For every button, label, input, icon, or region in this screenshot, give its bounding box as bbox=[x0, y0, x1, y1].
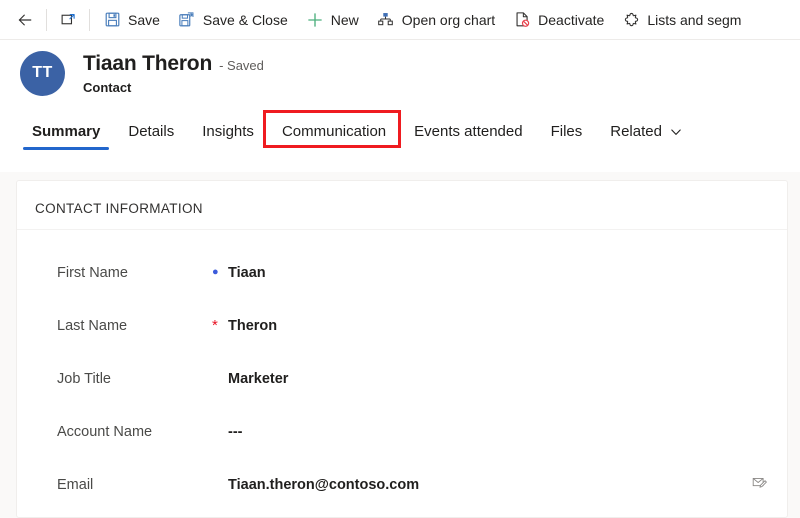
form-area: CONTACT INFORMATION First Name ● Tiaan L… bbox=[0, 172, 800, 518]
lists-and-segments-button-label: Lists and segm bbox=[647, 11, 742, 28]
field-row-account-name: Account Name --- bbox=[17, 405, 787, 458]
tab-details[interactable]: Details bbox=[114, 112, 188, 150]
record-title-line: Tiaan Theron - Saved bbox=[83, 52, 264, 76]
recommended-marker-icon: ● bbox=[212, 266, 219, 278]
save-button-label: Save bbox=[128, 11, 160, 28]
tab-files-label: Files bbox=[550, 122, 583, 140]
open-org-chart-button-label: Open org chart bbox=[401, 11, 496, 28]
account-name-action-placeholder bbox=[747, 422, 771, 442]
contact-information-card: CONTACT INFORMATION First Name ● Tiaan L… bbox=[16, 180, 788, 518]
new-button[interactable]: New bbox=[297, 2, 368, 38]
new-button-label: New bbox=[330, 11, 359, 28]
email-label: Email bbox=[57, 476, 94, 493]
command-bar-divider-2 bbox=[89, 8, 90, 31]
field-row-job-title: Job Title Marketer bbox=[17, 352, 787, 405]
tab-files[interactable]: Files bbox=[537, 112, 597, 150]
job-title-action-placeholder bbox=[747, 369, 771, 389]
tab-related[interactable]: Related bbox=[596, 112, 696, 150]
last-name-value[interactable]: Theron bbox=[228, 318, 747, 334]
popout-window-icon bbox=[59, 11, 77, 29]
field-row-email: Email Tiaan.theron@contoso.com bbox=[17, 458, 787, 511]
tab-insights-label: Insights bbox=[202, 122, 254, 140]
tab-summary-label: Summary bbox=[32, 122, 101, 140]
first-name-label: First Name bbox=[57, 264, 128, 281]
required-marker-icon: * bbox=[212, 317, 218, 334]
status-badge: - Saved bbox=[219, 57, 264, 73]
field-row-last-name: Last Name * Theron bbox=[17, 299, 787, 352]
deactivate-button[interactable]: Deactivate bbox=[504, 2, 613, 38]
job-title-value[interactable]: Marketer bbox=[228, 371, 747, 387]
field-row-first-name: First Name ● Tiaan bbox=[17, 246, 787, 299]
tab-communication[interactable]: Communication bbox=[268, 112, 400, 150]
org-chart-icon bbox=[377, 11, 395, 29]
command-bar: Save Save & Close New Open org chart Dea… bbox=[0, 0, 800, 40]
email-value[interactable]: Tiaan.theron@contoso.com bbox=[228, 477, 747, 493]
save-floppy-icon bbox=[103, 11, 121, 29]
tab-related-label: Related bbox=[610, 122, 662, 140]
account-name-label: Account Name bbox=[57, 423, 153, 440]
record-header-text: Tiaan Theron - Saved Contact bbox=[83, 52, 264, 95]
tab-events-attended-label: Events attended bbox=[414, 122, 523, 140]
save-and-close-icon bbox=[178, 11, 196, 29]
page-title: Tiaan Theron bbox=[83, 51, 213, 75]
section-title: CONTACT INFORMATION bbox=[17, 181, 787, 230]
tab-summary[interactable]: Summary bbox=[18, 112, 114, 150]
lists-and-segments-button[interactable]: Lists and segm bbox=[613, 2, 750, 38]
job-title-label: Job Title bbox=[57, 370, 111, 387]
back-arrow-icon bbox=[16, 11, 34, 29]
field-list: First Name ● Tiaan Last Name * Theron Jo… bbox=[17, 230, 787, 511]
tab-insights[interactable]: Insights bbox=[188, 112, 268, 150]
chevron-down-icon bbox=[670, 125, 682, 137]
command-bar-divider-1 bbox=[46, 8, 47, 31]
last-name-action-placeholder bbox=[747, 316, 771, 336]
back-button[interactable] bbox=[8, 2, 42, 38]
first-name-action-placeholder bbox=[747, 263, 771, 283]
tab-communication-label: Communication bbox=[281, 122, 387, 140]
record-entity-type: Contact bbox=[83, 79, 132, 95]
tab-bar: Summary Details Insights Communication E… bbox=[0, 106, 800, 150]
compose-email-button[interactable] bbox=[747, 475, 771, 495]
avatar: TT bbox=[20, 50, 65, 96]
open-org-chart-button[interactable]: Open org chart bbox=[368, 2, 504, 38]
puzzle-piece-icon bbox=[622, 11, 640, 29]
save-and-close-button-label: Save & Close bbox=[202, 11, 288, 28]
compose-email-icon bbox=[751, 475, 768, 495]
plus-icon bbox=[306, 11, 324, 29]
deactivate-button-label: Deactivate bbox=[538, 11, 605, 28]
last-name-label: Last Name bbox=[57, 317, 128, 334]
record-header: TT Tiaan Theron - Saved Contact bbox=[0, 40, 800, 106]
deactivate-icon bbox=[513, 11, 531, 29]
account-name-value[interactable]: --- bbox=[228, 424, 747, 440]
popout-button[interactable] bbox=[51, 2, 85, 38]
save-button[interactable]: Save bbox=[94, 2, 169, 38]
tab-events-attended[interactable]: Events attended bbox=[400, 112, 536, 150]
tab-details-label: Details bbox=[128, 122, 175, 140]
save-and-close-button[interactable]: Save & Close bbox=[169, 2, 297, 38]
first-name-value[interactable]: Tiaan bbox=[228, 265, 747, 281]
